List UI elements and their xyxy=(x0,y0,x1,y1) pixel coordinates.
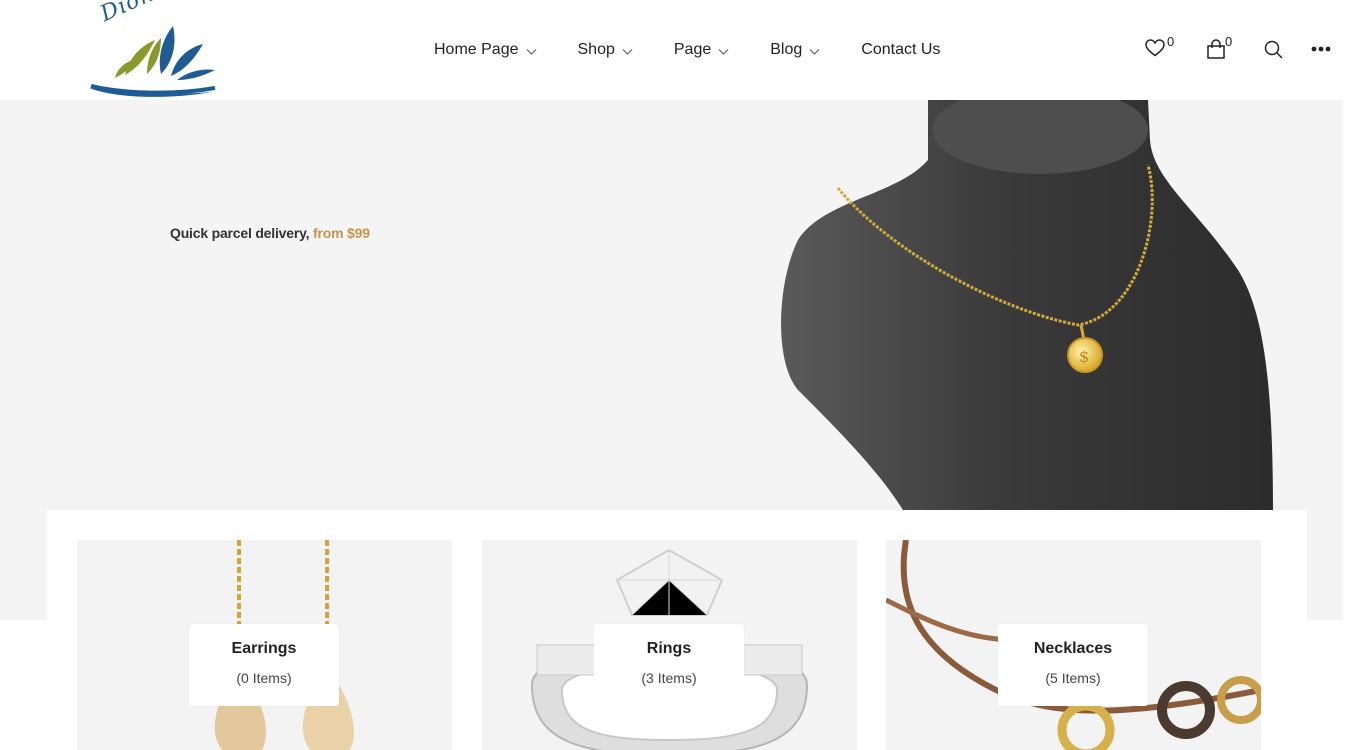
site-header: Dion Mart Home Page Shop Page Blog Conta… xyxy=(0,0,1349,100)
main-nav: Home Page Shop Page Blog Contact Us xyxy=(434,38,981,62)
chevron-down-icon xyxy=(622,48,633,55)
category-label: Earrings (0 Items) xyxy=(189,624,339,706)
brand-logo[interactable]: Dion Mart xyxy=(85,0,233,100)
shopping-bag-icon xyxy=(1207,39,1225,59)
cart-button[interactable] xyxy=(1206,39,1226,59)
category-title: Necklaces xyxy=(1033,640,1113,657)
category-panel: Earrings (0 Items) Rings (3 Items) Neckl… xyxy=(47,510,1307,750)
svg-text:$: $ xyxy=(1079,347,1089,366)
nav-item-contact-us[interactable]: Contact Us xyxy=(861,38,940,62)
hero-tagline: Quick parcel delivery, from $99 xyxy=(170,225,370,241)
category-card-earrings[interactable]: Earrings (0 Items) xyxy=(77,540,452,750)
nav-item-blog[interactable]: Blog xyxy=(770,38,820,62)
chevron-down-icon xyxy=(718,48,729,55)
nav-item-shop[interactable]: Shop xyxy=(578,38,633,62)
hero-tagline-accent: from $99 xyxy=(313,225,370,241)
wishlist-button[interactable] xyxy=(1145,39,1165,57)
nav-label: Blog xyxy=(770,41,803,58)
category-label: Rings (3 Items) xyxy=(594,624,744,706)
more-dots-icon xyxy=(1311,46,1331,52)
search-icon xyxy=(1264,40,1283,59)
nav-label: Page xyxy=(673,41,712,58)
header-actions: 0 0 xyxy=(1140,34,1340,64)
category-count: (0 Items) xyxy=(236,670,292,686)
search-button[interactable] xyxy=(1264,40,1283,59)
category-count: (5 Items) xyxy=(1045,670,1101,686)
nav-label: Home Page xyxy=(434,41,519,58)
category-card-necklaces[interactable]: Necklaces (5 Items) xyxy=(886,540,1261,750)
nav-item-page[interactable]: Page xyxy=(674,38,729,62)
nav-label: Contact Us xyxy=(861,41,941,58)
more-button[interactable] xyxy=(1311,46,1331,52)
chevron-down-icon xyxy=(526,48,536,55)
hero-tagline-text: Quick parcel delivery, xyxy=(170,225,310,241)
nav-item-home-page[interactable]: Home Page xyxy=(434,38,537,62)
necklace-bust-image: $ xyxy=(781,100,1273,510)
nav-label: Shop xyxy=(577,41,615,58)
chevron-down-icon xyxy=(809,48,820,55)
cart-count: 0 xyxy=(1225,34,1233,49)
category-card-rings[interactable]: Rings (3 Items) xyxy=(482,540,857,750)
category-label: Necklaces (5 Items) xyxy=(998,624,1148,706)
category-title: Rings xyxy=(646,640,692,657)
category-count: (3 Items) xyxy=(641,670,697,686)
wishlist-count: 0 xyxy=(1167,34,1175,49)
category-title: Earrings xyxy=(231,640,297,657)
heart-icon xyxy=(1145,39,1165,57)
